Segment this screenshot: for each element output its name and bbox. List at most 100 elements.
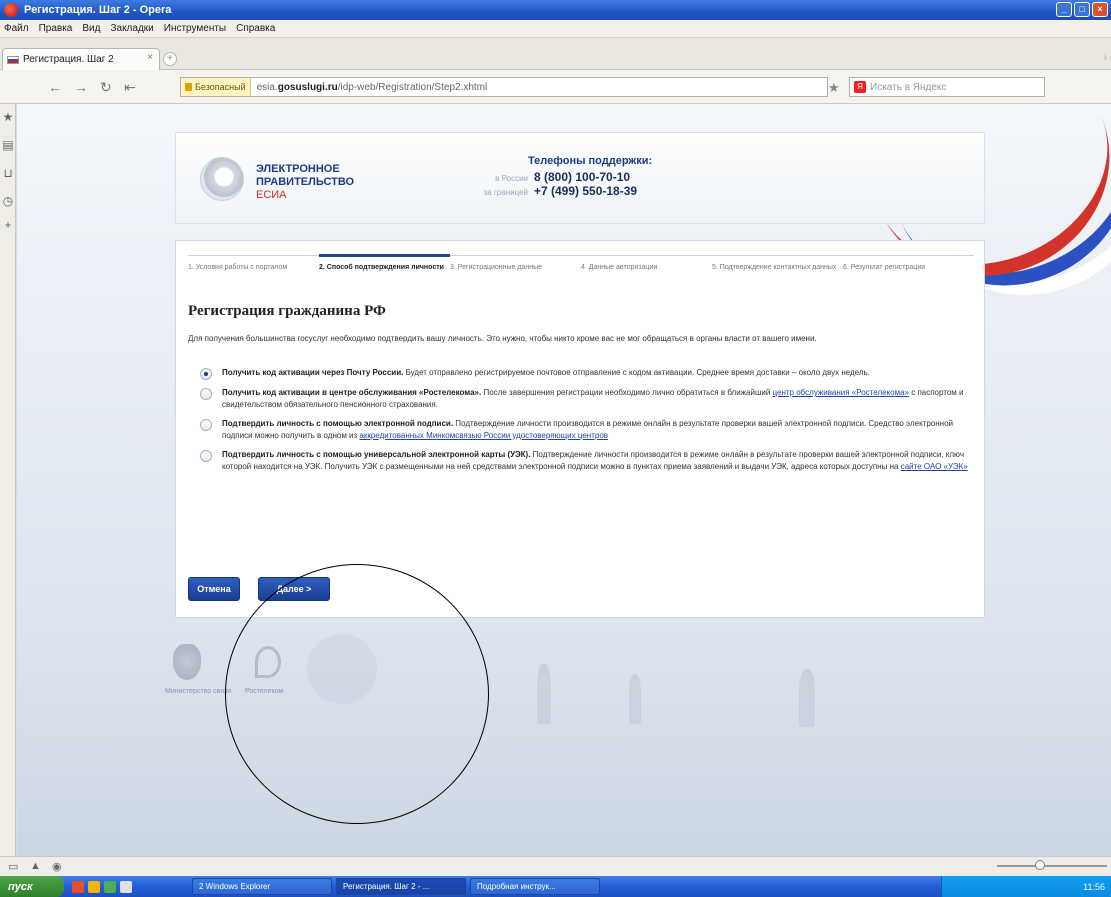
quick-launch: [72, 880, 132, 893]
tab-close-icon[interactable]: ×: [147, 52, 153, 63]
radio-rostelecom[interactable]: [200, 388, 212, 400]
maximize-icon[interactable]: □: [1074, 2, 1090, 17]
option-signature-title: Подтвердить личность с помощью электронн…: [222, 419, 454, 428]
zoom-knob[interactable]: [1035, 860, 1045, 870]
uec-site-link[interactable]: сайте ОАО «УЭК»: [901, 462, 968, 471]
coat-of-arms-icon[interactable]: [173, 644, 201, 680]
secure-badge[interactable]: Безопасный: [181, 78, 251, 96]
notes-icon[interactable]: ▤: [2, 138, 14, 152]
windows-taskbar: пуск 2 Windows Explorer Регистрация. Шаг…: [0, 876, 1111, 897]
phones-title: Телефоны поддержки:: [528, 155, 653, 167]
quicklaunch-doc-icon[interactable]: [120, 880, 132, 893]
quicklaunch-folder-icon[interactable]: [88, 880, 100, 893]
phone1-caption: в России: [495, 174, 528, 183]
quicklaunch-opera-icon[interactable]: [72, 880, 84, 893]
russia-flag-icon: [7, 55, 19, 64]
tab-bar: Регистрация. Шаг 2 × + ›: [0, 38, 1111, 70]
menu-tools[interactable]: Инструменты: [164, 23, 226, 34]
quicklaunch-app-icon[interactable]: [104, 880, 116, 893]
intro-text: Для получения большинства госуслуг необх…: [188, 334, 817, 343]
logo-line-3: ЕСИА: [256, 189, 287, 201]
reload-icon[interactable]: ↻: [100, 79, 112, 96]
turbo-icon[interactable]: ▲: [30, 860, 41, 872]
option-post-text: Получить код активации через Почту Росси…: [222, 367, 870, 379]
phone1-number: 8 (800) 100-70-10: [534, 170, 631, 184]
system-tray: 11:56: [941, 876, 1111, 897]
site-logo-text[interactable]: ЭЛЕКТРОННОЕ ПРАВИТЕЛЬСТВО ЕСИА: [256, 163, 354, 202]
task-opera[interactable]: Регистрация. Шаг 2 - ...: [336, 878, 466, 895]
phone2-number: +7 (499) 550-18-39: [534, 184, 638, 198]
forward-icon[interactable]: →: [74, 79, 88, 95]
option-signature[interactable]: Подтвердить личность с помощью электронн…: [200, 418, 970, 442]
option-post[interactable]: Получить код активации через Почту Росси…: [200, 367, 970, 380]
radio-uec[interactable]: [200, 450, 212, 462]
certification-centers-link[interactable]: аккредитованных Минкомсвязью России удос…: [359, 431, 608, 440]
verification-options: Получить код активации через Почту Росси…: [200, 367, 970, 480]
search-input[interactable]: Я Искать в Яндекс: [849, 77, 1045, 97]
option-rostelecom[interactable]: Получить код активации в центре обслужив…: [200, 387, 970, 411]
window-title: Регистрация. Шаг 2 - Opera: [24, 4, 172, 16]
lock-icon: [185, 83, 192, 91]
option-uec-title: Подтвердить личность с помощью универсал…: [222, 450, 531, 459]
zoom-slider[interactable]: [997, 860, 1107, 870]
rostelecom-centers-link[interactable]: центр обслуживания «Ростелекома»: [773, 388, 909, 397]
clock: 11:56: [1083, 881, 1105, 892]
bookmark-star-icon[interactable]: ★: [828, 80, 840, 96]
task-explorer[interactable]: 2 Windows Explorer: [192, 878, 332, 895]
cancel-button[interactable]: Отмена: [188, 577, 240, 601]
option-post-title: Получить код активации через Почту Росси…: [222, 368, 404, 377]
bookmarks-star-icon[interactable]: ★: [2, 110, 14, 124]
annotation-circle: [225, 564, 489, 824]
history-icon[interactable]: ◷: [2, 194, 14, 208]
minimize-icon[interactable]: _: [1056, 2, 1072, 17]
support-phones: Телефоны поддержки: в России 8 (800) 100…: [476, 155, 653, 198]
menu-help[interactable]: Справка: [236, 23, 275, 34]
panel-toggle-icon[interactable]: ▭: [8, 860, 18, 873]
task-instructions[interactable]: Подробная инструк...: [470, 878, 600, 895]
registration-card: 1. Условия работы с порталом 2. Способ п…: [175, 240, 985, 618]
yandex-icon[interactable]: Я: [854, 81, 866, 93]
url-path: /idp-web/Registration/Step2.xhtml: [337, 81, 488, 93]
window-titlebar: Регистрация. Шаг 2 - Opera _ □ ×: [0, 0, 1111, 20]
address-input[interactable]: Безопасный esia. gosuslugi.ru /idp-web/R…: [180, 77, 828, 97]
menu-bookmarks[interactable]: Закладки: [110, 23, 153, 34]
add-panel-icon[interactable]: +: [2, 218, 14, 232]
url-host: gosuslugi.ru: [277, 81, 338, 93]
home-icon[interactable]: ⇤: [124, 79, 136, 96]
silhouette-person-2: [629, 674, 641, 724]
option-rostelecom-desc: После завершения регистрации необходимо …: [481, 388, 773, 397]
page-content: ЭЛЕКТРОННОЕ ПРАВИТЕЛЬСТВО ЕСИА Телефоны …: [17, 104, 1111, 856]
option-rostelecom-text: Получить код активации в центре обслужив…: [222, 387, 970, 411]
step-3: 3. Регистрационные данные: [450, 264, 543, 271]
ministry-caption: Министерство связи: [165, 688, 232, 695]
side-panel: ★ ▤ ⊔ ◷ +: [0, 104, 16, 856]
page-title: Регистрация гражданина РФ: [188, 303, 386, 319]
step-6: 6. Результат регистрации: [843, 264, 926, 271]
step-2: 2. Способ подтверждения личности: [319, 254, 450, 281]
unite-icon[interactable]: ◉: [52, 860, 62, 873]
esia-logo-icon[interactable]: [200, 157, 244, 201]
tab-label: Регистрация. Шаг 2: [23, 54, 114, 65]
menu-view[interactable]: Вид: [82, 23, 100, 34]
menu-bar: Файл Правка Вид Закладки Инструменты Спр…: [0, 20, 1111, 38]
new-tab-icon[interactable]: +: [163, 52, 177, 66]
menu-file[interactable]: Файл: [4, 23, 29, 34]
tab-registration[interactable]: Регистрация. Шаг 2 ×: [2, 48, 160, 70]
silhouette-person-1: [537, 664, 551, 724]
step-1: 1. Условия работы с порталом: [188, 264, 288, 271]
radio-signature[interactable]: [200, 419, 212, 431]
option-post-desc: Будет отправлено регистрируемое почтовое…: [403, 368, 870, 377]
tab-scroll-icon[interactable]: ›: [1104, 52, 1107, 63]
step-4: 4. Данные авторизации: [581, 264, 658, 271]
silhouette-person-3: [799, 669, 815, 727]
downloads-icon[interactable]: ⊔: [2, 166, 14, 180]
opera-icon: [4, 3, 18, 17]
search-placeholder: Искать в Яндекс: [870, 81, 947, 93]
radio-post[interactable]: [200, 368, 212, 380]
menu-edit[interactable]: Правка: [39, 23, 73, 34]
option-uec[interactable]: Подтвердить личность с помощью универсал…: [200, 449, 970, 473]
back-icon[interactable]: ←: [48, 79, 62, 95]
option-signature-text: Подтвердить личность с помощью электронн…: [222, 418, 970, 442]
close-icon[interactable]: ×: [1092, 2, 1108, 17]
start-button[interactable]: пуск: [0, 876, 64, 897]
